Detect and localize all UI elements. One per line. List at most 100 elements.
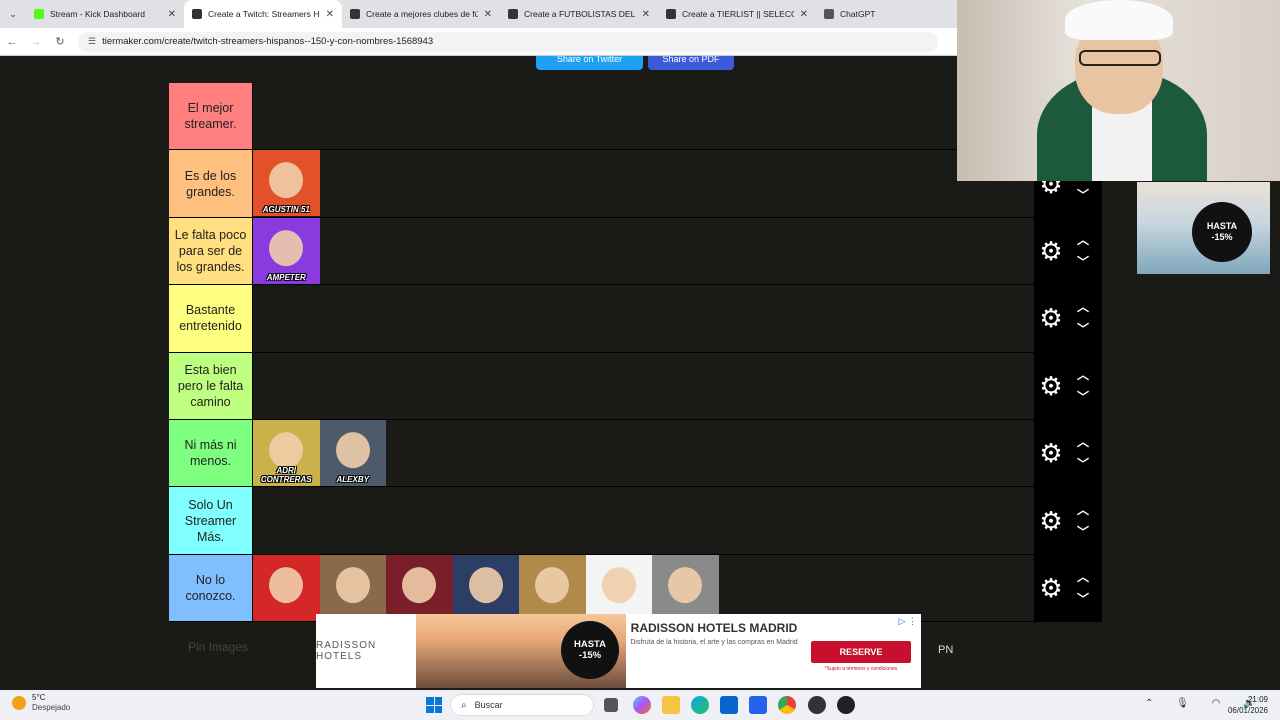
tier-label[interactable]: Ni más ni menos. [169, 419, 253, 487]
gear-icon[interactable]: ⚙ [1034, 373, 1068, 399]
streamer-tile[interactable]: AGUSTIN 51 [253, 150, 320, 217]
tier-label[interactable]: El mejor streamer. [169, 83, 253, 150]
browser-tab[interactable]: ChatGPT [816, 0, 974, 28]
gear-icon[interactable]: ⚙ [1034, 305, 1068, 331]
streamer-name: ALEXBY [336, 474, 369, 484]
copilot-icon[interactable] [633, 696, 651, 714]
streamer-tile[interactable] [452, 554, 519, 621]
tier-row: No lo conozco. ⚙ ︿ ﹀ [169, 554, 1102, 623]
streamer-avatar [269, 162, 304, 199]
media-player-icon[interactable] [837, 696, 855, 714]
ad-reserve-button[interactable]: RESERVE [811, 641, 911, 663]
chevron-up-icon[interactable]: ︿ [1077, 234, 1089, 246]
tier-label[interactable]: Es de los grandes. [169, 150, 253, 217]
streamer-avatar [668, 566, 703, 603]
chevron-down-icon[interactable]: ﹀ [1077, 593, 1089, 605]
chevron-up-icon[interactable]: ︿ [1077, 571, 1089, 583]
tab-close-icon[interactable]: ✕ [800, 9, 808, 20]
clock[interactable]: 21:09 06/01/2026 [1228, 694, 1268, 716]
browser-tab[interactable]: Create a TIERLIST || SELECCIONES ✕ [658, 0, 816, 28]
chevron-up-icon[interactable]: ︿ [1077, 301, 1089, 313]
ad-choices-icon[interactable]: ▷ ⋮ [899, 616, 917, 627]
streamer-tile[interactable] [253, 554, 320, 621]
streamer-tile[interactable] [519, 554, 586, 621]
tab-close-icon[interactable]: ✕ [326, 9, 334, 20]
tier-items-dropzone[interactable] [253, 554, 1102, 621]
tier-label[interactable]: Esta bien pero le falta camino [169, 352, 253, 419]
streamer-avatar [402, 566, 437, 603]
streamer-tile[interactable] [652, 554, 719, 621]
streamer-tile[interactable]: ADRI CONTRERAS [253, 419, 320, 486]
edge-icon[interactable] [691, 696, 709, 714]
tab-title: Stream - Kick Dashboard [50, 9, 145, 19]
tab-close-icon[interactable]: ✕ [642, 9, 650, 20]
share-twitter-button[interactable]: Share on Twitter [536, 56, 643, 70]
outlook-icon[interactable] [720, 696, 738, 714]
streamer-tile[interactable]: ALEXBY [319, 419, 386, 486]
search-placeholder: Buscar [474, 700, 503, 710]
weather-widget[interactable]: 5°C Despejado [12, 693, 70, 713]
chevron-down-icon[interactable]: ﹀ [1077, 323, 1089, 335]
chevron-down-icon[interactable]: ﹀ [1077, 458, 1089, 470]
tier-label[interactable]: No lo conozco. [169, 554, 253, 622]
tier-label[interactable]: Solo Un Streamer Más. [169, 487, 253, 554]
chevron-down-icon[interactable]: ﹀ [1077, 256, 1089, 268]
chrome-icon[interactable] [778, 696, 796, 714]
gear-icon[interactable]: ⚙ [1034, 508, 1068, 534]
tab-search-icon[interactable]: ⌄ [0, 0, 26, 28]
url-field[interactable]: ☰ tiermaker.com/create/twitch-streamers-… [78, 31, 938, 52]
side-ad[interactable]: HASTA -15% [1137, 182, 1270, 274]
browser-tab[interactable]: Create a Twitch: Streamers Hispanos ✕ [184, 0, 342, 28]
chevron-down-icon[interactable]: ﹀ [1077, 189, 1089, 201]
forward-icon[interactable]: → [24, 36, 48, 48]
chevron-down-icon[interactable]: ﹀ [1077, 391, 1089, 403]
tier-items-dropzone[interactable] [253, 487, 1102, 553]
gear-icon[interactable]: ⚙ [1034, 440, 1068, 466]
tab-title: Create a FUTBOLISTAS DEL SIGLO [524, 9, 636, 19]
ad-banner[interactable]: RADISSON HOTELS HASTA -15% RADISSON HOTE… [316, 614, 921, 688]
gear-icon[interactable]: ⚙ [1034, 575, 1068, 601]
site-info-icon[interactable]: ☰ [88, 36, 96, 47]
streamer-tile[interactable]: AMPETER [253, 217, 320, 284]
chevron-up-icon[interactable]: ︿ [1077, 504, 1089, 516]
streamer-name: ADRI CONTRERAS [260, 465, 312, 484]
tier-label[interactable]: Le falta poco para ser de los grandes. [169, 217, 253, 285]
chevron-down-icon[interactable]: ﹀ [1077, 526, 1089, 538]
ad-description: Disfruta de la historia, el arte y las c… [630, 639, 798, 646]
weather-icon [12, 696, 26, 710]
tier-row: Bastante entretenido ⚙ ︿ ﹀ [169, 285, 1102, 353]
tier-items-dropzone[interactable] [253, 353, 1102, 419]
store-icon[interactable] [749, 696, 767, 714]
browser-tab[interactable]: Create a mejores clubes de fútbol ✕ [342, 0, 500, 28]
tier-items-dropzone[interactable]: AMPETER [253, 217, 1102, 284]
chevron-up-icon[interactable]: ︿ [1077, 436, 1089, 448]
back-icon[interactable]: ← [0, 36, 24, 48]
share-pdf-button[interactable]: Share on PDF [648, 56, 734, 70]
streamer-tile[interactable] [386, 554, 453, 621]
tier-items-dropzone[interactable] [253, 285, 1102, 351]
tab-favicon-icon [34, 9, 44, 19]
reload-icon[interactable]: ↻ [48, 35, 72, 48]
streamer-tile[interactable] [585, 554, 652, 621]
taskbar-search[interactable]: ⌕ Buscar [450, 694, 594, 716]
browser-tab[interactable]: Stream - Kick Dashboard ✕ [26, 0, 184, 28]
tier-row: Solo Un Streamer Más. ⚙ ︿ ﹀ [169, 487, 1102, 555]
ad-logo: RADISSON HOTELS [316, 640, 377, 662]
tier-items-dropzone[interactable]: ADRI CONTRERAS ALEXBY [253, 419, 1102, 486]
task-view-icon[interactable] [604, 698, 618, 712]
gear-icon[interactable]: ⚙ [1034, 238, 1068, 264]
browser-tab[interactable]: Create a FUTBOLISTAS DEL SIGLO ✕ [500, 0, 658, 28]
file-explorer-icon[interactable] [662, 696, 680, 714]
url-text: tiermaker.com/create/twitch-streamers-hi… [102, 36, 434, 47]
tab-close-icon[interactable]: ✕ [484, 9, 492, 20]
start-icon[interactable] [426, 697, 442, 713]
clock-date: 06/01/2026 [1227, 706, 1268, 715]
pin-images-label[interactable]: Pin Images [188, 640, 248, 654]
chevron-up-icon[interactable]: ︿ [1077, 369, 1089, 381]
tier-label[interactable]: Bastante entretenido [169, 285, 253, 352]
tab-close-icon[interactable]: ✕ [168, 9, 176, 20]
webcam-cap [1065, 0, 1173, 40]
tier-move-arrows: ︿﹀ [1068, 504, 1098, 538]
app-icon[interactable] [808, 696, 826, 714]
streamer-tile[interactable] [319, 554, 386, 621]
